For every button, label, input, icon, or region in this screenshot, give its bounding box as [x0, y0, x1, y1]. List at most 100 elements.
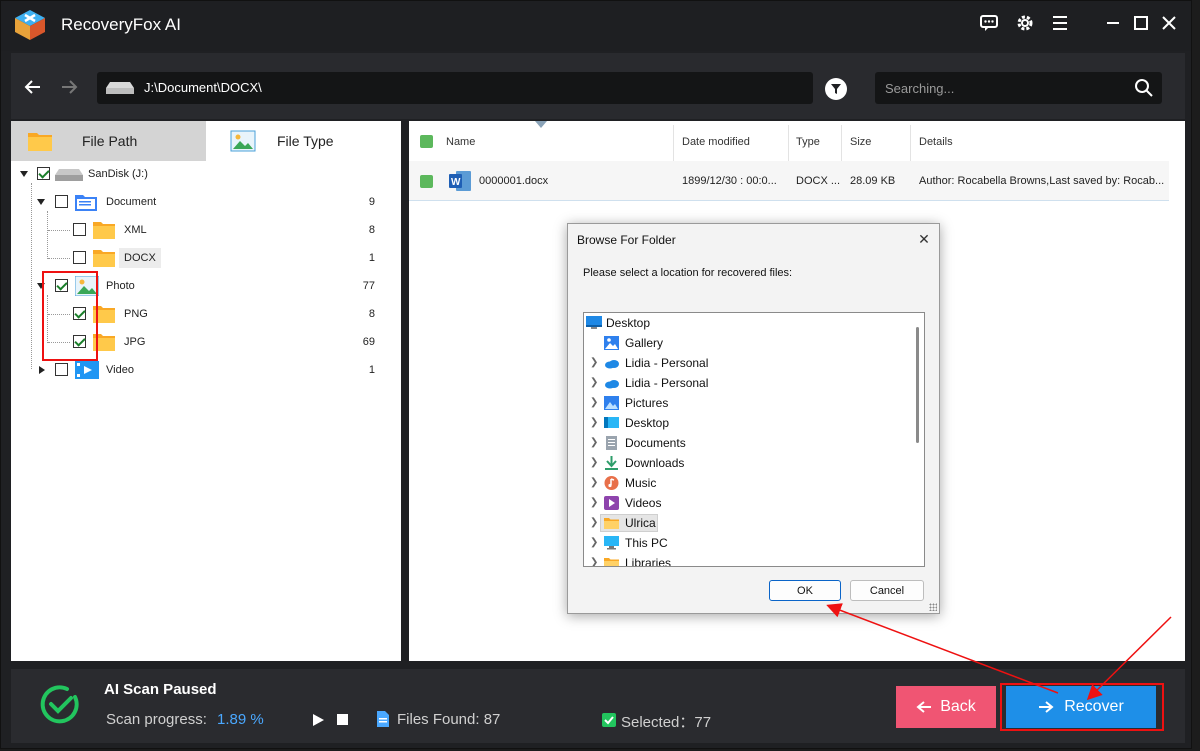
column-header-details[interactable]: Details — [919, 136, 953, 148]
search-icon[interactable] — [1134, 78, 1154, 98]
tree-node-xml[interactable]: XML 8 — [11, 217, 401, 243]
folder-item-onedrive[interactable]: ❯ Lidia - Personal — [584, 353, 910, 373]
tree-node-docx[interactable]: DOCX 1 — [11, 245, 401, 271]
status-bar: AI Scan Paused Scan progress: 1.89 % Fil… — [11, 669, 1185, 743]
tree-count: 9 — [368, 196, 375, 208]
folder-item-label: Downloads — [625, 456, 685, 470]
folder-item-label: Pictures — [625, 396, 669, 410]
folder-item-desktop[interactable]: ❯ Desktop — [584, 413, 910, 433]
row-checkbox[interactable] — [420, 175, 433, 188]
play-icon[interactable] — [311, 713, 325, 727]
files-found-count: Files Found: 87 — [397, 711, 501, 728]
tree-node-document[interactable]: Document 9 — [11, 189, 401, 215]
cancel-button[interactable]: Cancel — [850, 580, 924, 601]
table-row[interactable]: W 0000001.docx 1899/12/30 : 00:0... DOCX… — [409, 161, 1169, 201]
videos-icon — [604, 496, 619, 510]
chevron-right-icon[interactable]: ❯ — [590, 437, 598, 448]
search-input[interactable] — [885, 78, 1125, 98]
scan-status-title: AI Scan Paused — [104, 681, 217, 698]
dialog-message: Please select a location for recovered f… — [583, 267, 793, 279]
chevron-right-icon[interactable]: ❯ — [590, 397, 598, 408]
address-bar[interactable]: J:\Document\DOCX\ — [97, 72, 813, 104]
chevron-right-icon[interactable]: ❯ — [590, 517, 598, 528]
drive-icon — [106, 82, 134, 94]
minimize-icon[interactable] — [1101, 11, 1125, 35]
documents-icon — [606, 436, 617, 450]
expand-icon[interactable] — [20, 171, 28, 177]
folder-item-pictures[interactable]: ❯ Pictures — [584, 393, 910, 413]
search-box — [875, 72, 1162, 104]
chevron-right-icon[interactable]: ❯ — [590, 357, 598, 368]
folder-item-label: Ulrica — [625, 516, 656, 530]
chevron-right-icon[interactable]: ❯ — [590, 497, 598, 508]
drive-icon — [55, 169, 83, 181]
folder-item-libraries[interactable]: ❯ Libraries — [584, 553, 910, 566]
svg-text:W: W — [451, 177, 461, 188]
ok-button[interactable]: OK — [769, 580, 841, 601]
pictures-icon — [604, 396, 619, 410]
category-panel: File Path File Type SanDisk (J:) Documen… — [11, 121, 401, 661]
folder-tree[interactable]: Desktop Gallery ❯ Lidia - Personal ❯ Lid… — [583, 312, 925, 567]
recover-button[interactable]: Recover — [1006, 686, 1156, 728]
column-divider — [910, 125, 911, 161]
tab-file-type[interactable]: File Type — [206, 121, 401, 161]
checkbox-sandisk[interactable] — [37, 167, 50, 180]
folder-item-music[interactable]: ❯ Music — [584, 473, 910, 493]
address-path: J:\Document\DOCX\ — [144, 80, 262, 95]
chevron-right-icon[interactable]: ❯ — [590, 457, 598, 468]
scrollbar-thumb[interactable] — [916, 327, 919, 443]
file-icon — [377, 711, 389, 727]
tree-node-sandisk[interactable]: SanDisk (J:) — [11, 161, 401, 187]
folder-item-downloads[interactable]: ❯ Downloads — [584, 453, 910, 473]
browse-folder-dialog: Browse For Folder ✕ Please select a loca… — [567, 223, 940, 614]
folder-item-onedrive[interactable]: ❯ Lidia - Personal — [584, 373, 910, 393]
column-header-size[interactable]: Size — [850, 136, 871, 148]
chevron-right-icon[interactable]: ❯ — [590, 377, 598, 388]
selected-count: Selected：77 — [621, 714, 712, 731]
maximize-icon[interactable] — [1129, 11, 1153, 35]
word-document-icon: W — [449, 171, 471, 191]
dialog-close-icon[interactable]: ✕ — [915, 230, 933, 248]
column-divider — [788, 125, 789, 161]
feedback-icon[interactable] — [977, 11, 1001, 35]
folder-item-label: Documents — [625, 436, 686, 450]
folder-item-this-pc[interactable]: ❯ This PC — [584, 533, 910, 553]
chevron-right-icon[interactable]: ❯ — [590, 537, 598, 548]
annotation-highlight-box — [42, 271, 98, 361]
image-type-icon — [230, 130, 256, 152]
tab-file-type-label: File Type — [277, 133, 334, 149]
column-divider — [673, 125, 674, 161]
folder-item-desktop[interactable]: Desktop — [584, 313, 910, 333]
arrow-right-icon — [1039, 701, 1054, 713]
stop-icon[interactable] — [337, 714, 348, 725]
tab-file-path[interactable]: File Path — [11, 121, 206, 161]
folder-item-documents[interactable]: ❯ Documents — [584, 433, 910, 453]
tree-count: 8 — [368, 224, 375, 236]
column-header-date[interactable]: Date modified — [682, 136, 750, 148]
back-arrow-icon[interactable] — [21, 75, 45, 99]
menu-icon[interactable] — [1048, 11, 1072, 35]
sort-arrow-icon[interactable] — [535, 121, 547, 128]
chevron-right-icon[interactable]: ❯ — [590, 417, 598, 428]
cloud-icon — [605, 360, 619, 369]
cell-details: Author: Rocabella Browns,Last saved by: … — [919, 175, 1165, 187]
scan-progress-label: Scan progress: — [106, 711, 207, 728]
resize-grip[interactable] — [929, 603, 937, 611]
folder-item-ulrica[interactable]: ❯ Ulrica — [584, 513, 910, 533]
title-bar: RecoveryFox AI — [1, 1, 1191, 51]
forward-arrow-icon[interactable] — [57, 75, 81, 99]
column-header-name[interactable]: Name — [446, 136, 475, 148]
folder-item-gallery[interactable]: Gallery — [584, 333, 910, 353]
selected-check-icon — [602, 713, 616, 727]
column-header-type[interactable]: Type — [796, 136, 820, 148]
folder-item-label: Videos — [625, 496, 662, 510]
desktop-icon — [604, 417, 619, 428]
chevron-right-icon[interactable]: ❯ — [590, 557, 598, 566]
close-icon[interactable] — [1157, 11, 1181, 35]
select-all-checkbox[interactable] — [420, 135, 433, 148]
chevron-right-icon[interactable]: ❯ — [590, 477, 598, 488]
back-button[interactable]: Back — [896, 686, 996, 728]
folder-item-videos[interactable]: ❯ Videos — [584, 493, 910, 513]
filter-icon[interactable] — [825, 78, 847, 100]
settings-gear-icon[interactable] — [1013, 11, 1037, 35]
